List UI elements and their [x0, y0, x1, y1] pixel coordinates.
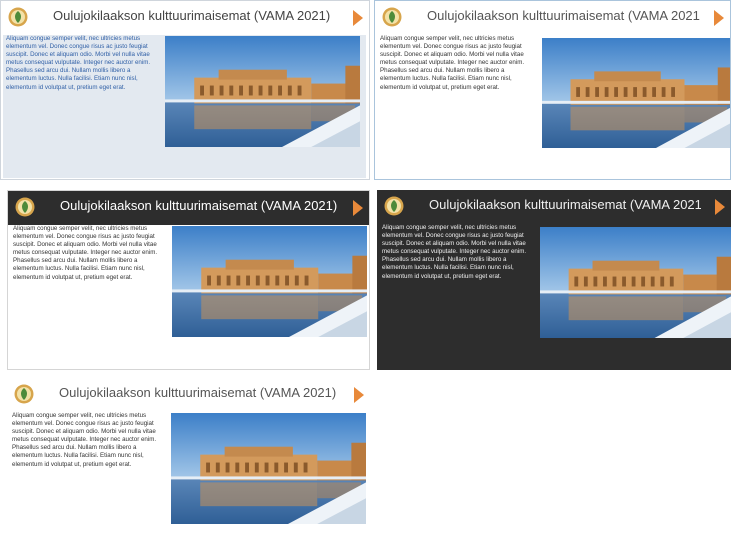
leaf-emblem-icon	[8, 7, 28, 27]
card-title: Oulujokilaakson kulttuurimaisemat (VAMA …	[60, 198, 338, 213]
card-title: Oulujokilaakson kulttuurimaisemat (VAMA …	[429, 197, 701, 212]
landscape-photo	[172, 226, 367, 337]
card-body-text: Aliquam congue semper velit, nec ultrici…	[12, 412, 157, 468]
card-header: Oulujokilaakson kulttuurimaisemat (VAMA …	[1, 1, 369, 35]
card-header: Oulujokilaakson kulttuurimaisemat (VAMA …	[7, 378, 370, 412]
leaf-emblem-icon	[382, 7, 402, 27]
card-body-text: Aliquam congue semper velit, nec ultrici…	[380, 35, 525, 91]
next-arrow-icon[interactable]	[715, 199, 725, 215]
card-title: Oulujokilaakson kulttuurimaisemat (VAMA …	[427, 8, 700, 23]
theme-card-dark[interactable]: Oulujokilaakson kulttuurimaisemat (VAMA …	[377, 190, 731, 370]
card-body-text: Aliquam congue semper velit, nec ultrici…	[13, 225, 158, 281]
card-body-text: Aliquam congue semper velit, nec ultrici…	[6, 35, 151, 91]
card-title: Oulujokilaakson kulttuurimaisemat (VAMA …	[53, 8, 331, 23]
landscape-photo	[542, 38, 730, 148]
card-title: Oulujokilaakson kulttuurimaisemat (VAMA …	[59, 385, 337, 400]
card-header: Oulujokilaakson kulttuurimaisemat (VAMA …	[8, 191, 369, 225]
landscape-photo	[165, 36, 360, 147]
next-arrow-icon[interactable]	[353, 10, 363, 26]
theme-card-dark-header[interactable]: Oulujokilaakson kulttuurimaisemat (VAMA …	[7, 190, 370, 370]
leaf-emblem-icon	[384, 196, 404, 216]
landscape-photo	[171, 413, 366, 524]
theme-card-white[interactable]: Oulujokilaakson kulttuurimaisemat (VAMA …	[374, 0, 731, 180]
theme-card-light-blue[interactable]: Oulujokilaakson kulttuurimaisemat (VAMA …	[0, 0, 370, 180]
next-arrow-icon[interactable]	[353, 200, 363, 216]
leaf-emblem-icon	[15, 197, 35, 217]
next-arrow-icon[interactable]	[354, 387, 364, 403]
card-body-text: Aliquam congue semper velit, nec ultrici…	[382, 224, 527, 280]
next-arrow-icon[interactable]	[714, 10, 724, 26]
card-header: Oulujokilaakson kulttuurimaisemat (VAMA …	[377, 190, 731, 224]
landscape-photo	[540, 227, 731, 338]
leaf-emblem-icon	[14, 384, 34, 404]
theme-card-plain[interactable]: Oulujokilaakson kulttuurimaisemat (VAMA …	[7, 378, 370, 557]
card-header: Oulujokilaakson kulttuurimaisemat (VAMA …	[375, 1, 730, 35]
